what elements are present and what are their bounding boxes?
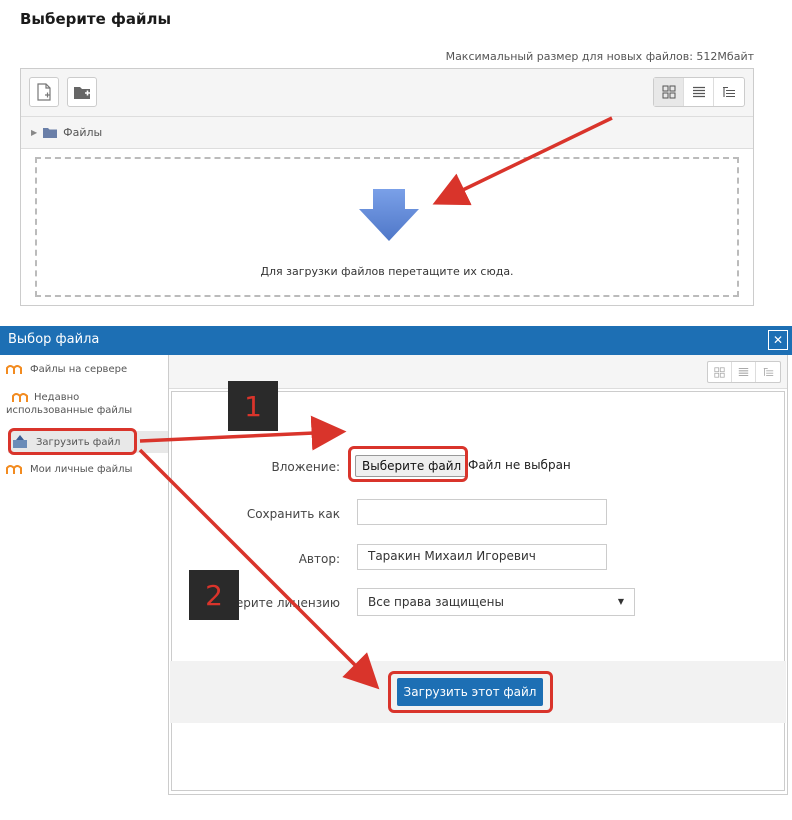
arrow-to-choose-file (139, 415, 347, 451)
arrow-to-upload-button (138, 448, 380, 690)
annotation-arrows (138, 116, 613, 690)
arrow-to-drop-zone (432, 116, 613, 206)
